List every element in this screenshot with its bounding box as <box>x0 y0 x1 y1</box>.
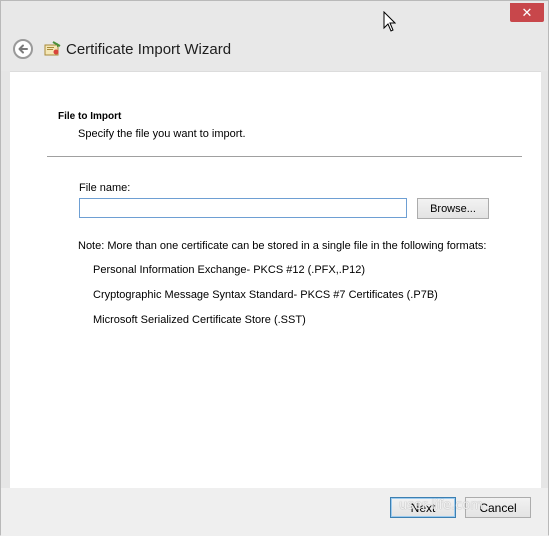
wizard-title: Certificate Import Wizard <box>66 41 232 58</box>
format-item-pfx: Personal Information Exchange- PKCS #12 … <box>93 264 366 276</box>
formats-note: Note: More than one certificate can be s… <box>78 240 487 252</box>
back-button[interactable] <box>13 39 33 59</box>
certificate-icon <box>44 41 61 56</box>
close-button[interactable]: ✕ <box>510 3 544 22</box>
certificate-import-wizard-window: ✕ Certificate Import Wizard File to Impo… <box>0 0 549 536</box>
back-arrow-icon <box>18 44 28 54</box>
file-name-input[interactable] <box>79 198 407 218</box>
divider <box>47 156 522 157</box>
mouse-cursor-icon <box>383 11 396 32</box>
wizard-content-panel: File to Import Specify the file you want… <box>10 71 541 489</box>
format-item-p7b: Cryptographic Message Syntax Standard- P… <box>93 289 438 301</box>
format-item-sst: Microsoft Serialized Certificate Store (… <box>93 314 306 326</box>
section-title: File to Import <box>58 111 122 122</box>
title-bar: ✕ Certificate Import Wizard <box>1 1 548 71</box>
watermark: user-life.com <box>399 498 483 513</box>
section-description: Specify the file you want to import. <box>78 128 246 140</box>
close-icon: ✕ <box>521 4 533 20</box>
file-name-label: File name: <box>79 182 131 194</box>
browse-button[interactable]: Browse... <box>417 198 489 219</box>
